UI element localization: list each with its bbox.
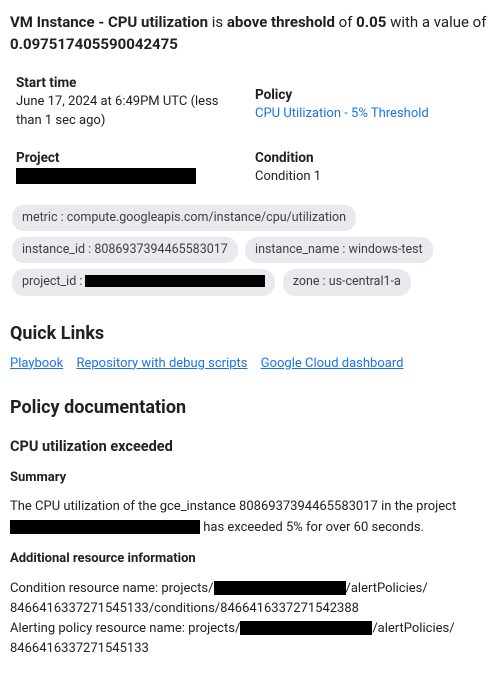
start-time-value: June 17, 2024 at 6:49PM UTC (less than 1… [16,93,245,131]
alerting-policy-resource-name: Alerting policy resource name: projects/… [10,619,490,659]
quick-link-playbook[interactable]: Playbook [10,356,63,371]
policy-cell: Policy CPU Utilization - 5% Threshold [255,74,484,131]
project-label: Project [16,149,245,169]
chip-zone: zone : us-central1-a [283,269,411,295]
policy-doc-heading: Policy documentation [10,395,490,421]
policy-doc-subheading: CPU utilization exceeded [10,436,490,457]
alert-title: VM Instance - CPU utilization is above t… [10,12,490,56]
policy-link[interactable]: CPU Utilization - 5% Threshold [255,106,429,121]
project-cell: Project [16,149,245,188]
title-state: above threshold [227,13,335,31]
summary-text: The CPU utilization of the gce_instance … [10,497,490,537]
condition-resource-name: Condition resource name: projects//alert… [10,579,490,619]
policy-label: Policy [255,86,484,106]
title-subject: VM Instance - CPU utilization [10,13,208,31]
summary-label: Summary [10,469,490,488]
start-time-label: Start time [16,74,245,94]
condition-cell: Condition Condition 1 [255,149,484,188]
quick-link-repo[interactable]: Repository with debug scripts [76,356,247,371]
condition-label: Condition [255,149,484,169]
chip-instance-name: instance_name : windows-test [245,237,433,263]
chip-project-id: project_id : [12,269,275,295]
chip-metric: metric : compute.googleapis.com/instance… [12,205,356,231]
project-value-redacted [16,168,245,188]
start-time-cell: Start time June 17, 2024 at 6:49PM UTC (… [16,74,245,131]
quick-link-dashboard[interactable]: Google Cloud dashboard [261,356,404,371]
metadata-grid: Start time June 17, 2024 at 6:49PM UTC (… [10,74,490,189]
quick-links-heading: Quick Links [10,321,490,347]
title-threshold: 0.05 [356,13,386,31]
title-value: 0.097517405590042475 [10,35,178,53]
label-chips: metric : compute.googleapis.com/instance… [10,202,490,298]
quick-links-row: Playbook Repository with debug scripts G… [10,355,490,374]
condition-value: Condition 1 [255,168,484,187]
additional-info-label: Additional resource information [10,550,490,569]
chip-instance-id: instance_id : 8086937394465583017 [12,237,238,263]
